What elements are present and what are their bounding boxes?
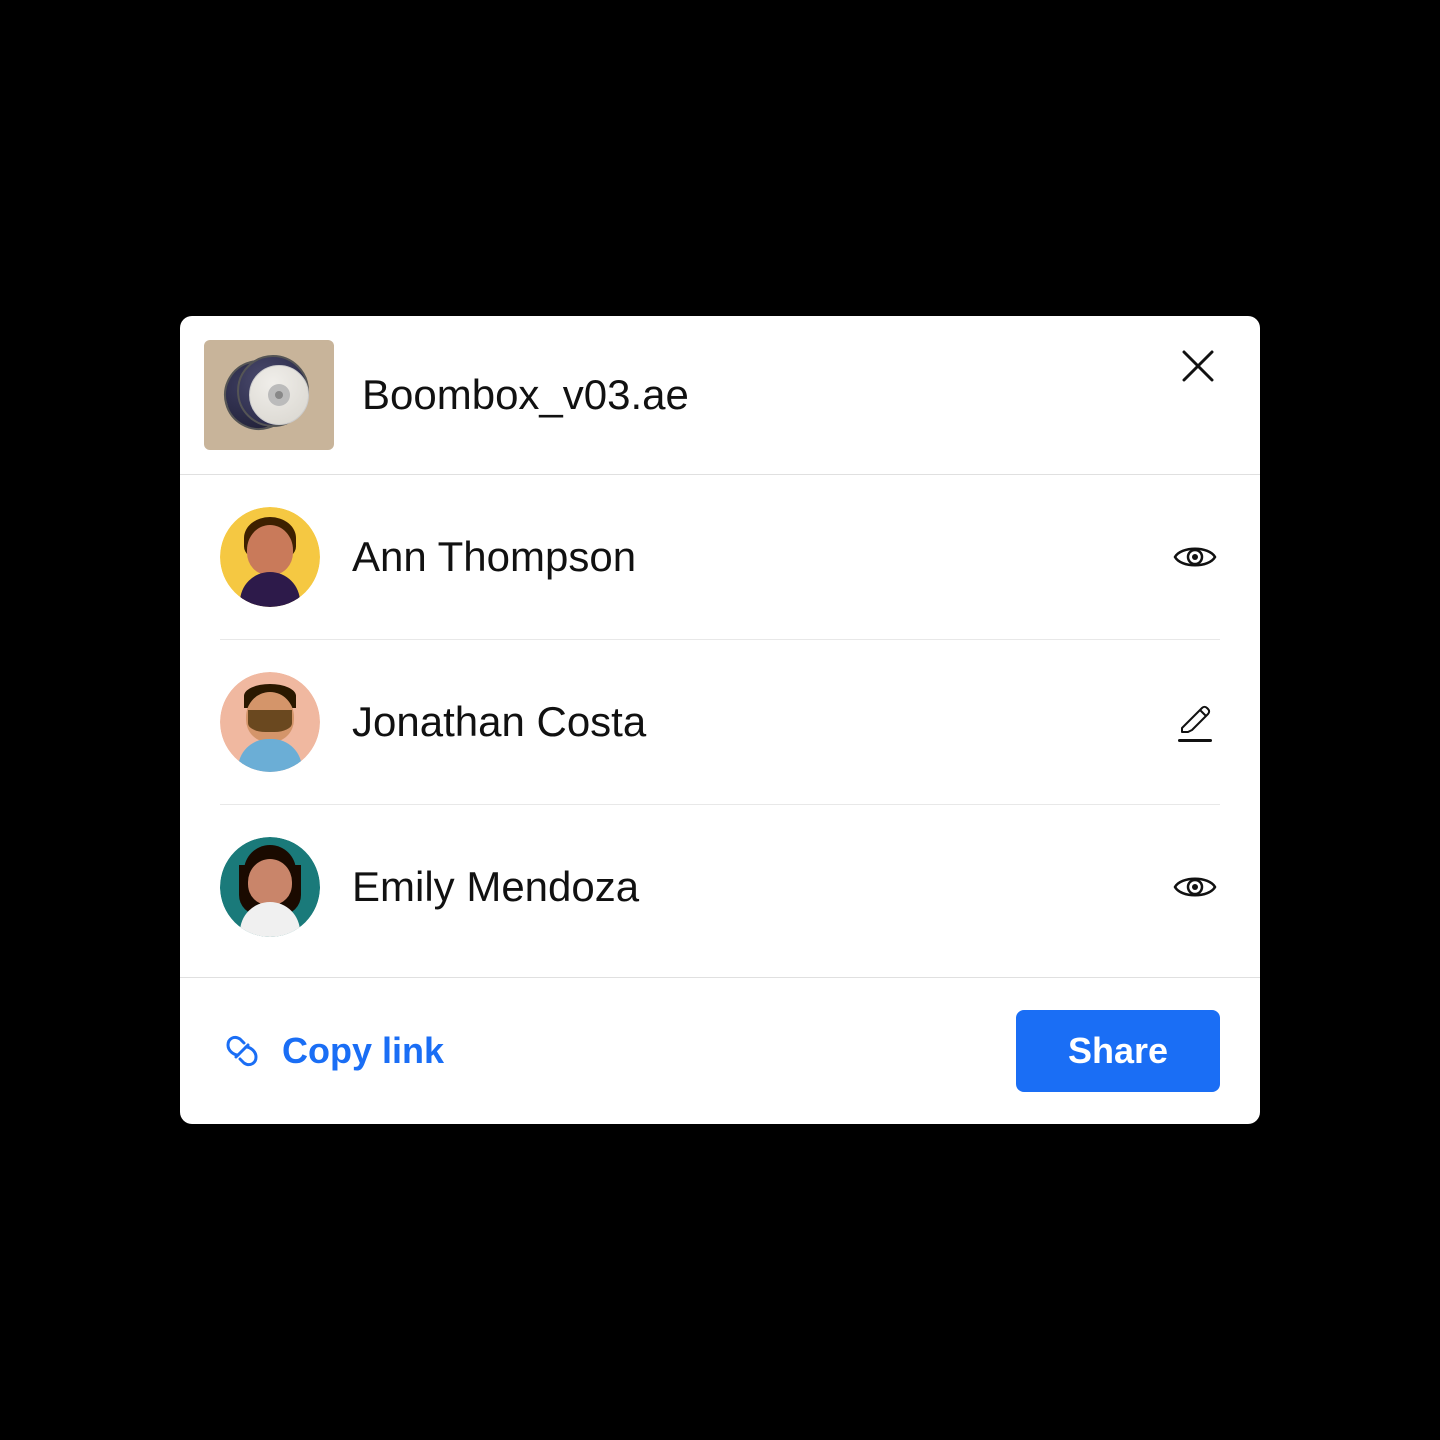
- file-title: Boombox_v03.ae: [362, 371, 1148, 419]
- close-button[interactable]: [1176, 344, 1220, 388]
- avatar-jonathan: [220, 672, 320, 772]
- modal-footer: Copy link Share: [180, 977, 1260, 1124]
- view-permission-ann[interactable]: [1170, 532, 1220, 582]
- edit-underline: [1178, 739, 1212, 742]
- person-row-jonathan: Jonathan Costa: [220, 640, 1220, 804]
- person-name-emily: Emily Mendoza: [352, 863, 1138, 911]
- share-label: Share: [1068, 1030, 1168, 1071]
- link-icon: [220, 1029, 264, 1073]
- disc-white: [249, 365, 309, 425]
- person-name-jonathan: Jonathan Costa: [352, 698, 1138, 746]
- person-row-ann: Ann Thompson: [220, 475, 1220, 639]
- copy-link-button[interactable]: Copy link: [220, 1029, 444, 1073]
- share-button[interactable]: Share: [1016, 1010, 1220, 1092]
- person-name-ann: Ann Thompson: [352, 533, 1138, 581]
- share-modal: Boombox_v03.ae Ann Thompson: [180, 316, 1260, 1124]
- person-row-emily: Emily Mendoza: [220, 805, 1220, 969]
- copy-link-label: Copy link: [282, 1030, 444, 1072]
- people-list: Ann Thompson Jonathan Costa: [180, 475, 1260, 969]
- modal-header: Boombox_v03.ae: [180, 316, 1260, 475]
- edit-permission-jonathan[interactable]: [1170, 697, 1220, 747]
- file-thumbnail: [204, 340, 334, 450]
- avatar-ann: [220, 507, 320, 607]
- view-permission-emily[interactable]: [1170, 862, 1220, 912]
- avatar-emily: [220, 837, 320, 937]
